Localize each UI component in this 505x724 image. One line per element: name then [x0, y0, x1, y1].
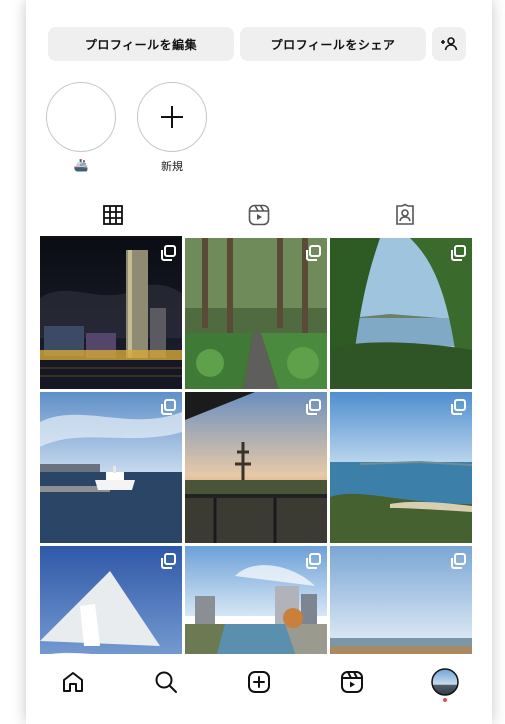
tab-reels[interactable]: [186, 198, 332, 232]
reels-icon: [248, 204, 270, 226]
edit-profile-button[interactable]: プロフィールを編集: [48, 27, 234, 61]
multiple-photos-icon: [306, 553, 321, 569]
tab-tagged[interactable]: [332, 198, 478, 232]
share-profile-button[interactable]: プロフィールをシェア: [240, 27, 426, 61]
post-thumbnail[interactable]: [330, 546, 472, 654]
create-post-icon: [248, 671, 270, 693]
highlight-cover: [46, 82, 116, 152]
post-thumbnail[interactable]: [40, 392, 182, 543]
post-thumbnail[interactable]: [185, 238, 327, 389]
new-highlight-item[interactable]: 新規: [137, 82, 207, 173]
nav-search[interactable]: [119, 656, 212, 708]
add-user-button[interactable]: [432, 27, 466, 61]
post-grid: [40, 238, 476, 654]
multiple-photos-icon: [451, 553, 466, 569]
nav-home[interactable]: [26, 656, 119, 708]
bottom-navigation: [26, 656, 492, 708]
post-thumbnail[interactable]: [40, 546, 182, 654]
post-thumbnail[interactable]: [185, 546, 327, 654]
highlight-item[interactable]: 🚢: [46, 82, 116, 172]
multiple-photos-icon: [161, 399, 176, 415]
new-highlight-label: 新規: [161, 160, 183, 173]
profile-tabs: [40, 198, 478, 236]
post-thumbnail[interactable]: [40, 238, 182, 389]
profile-avatar: [431, 668, 460, 696]
tagged-person-icon: [396, 203, 414, 225]
search-icon: [155, 671, 177, 693]
grid-icon: [103, 205, 123, 225]
multiple-photos-icon: [306, 245, 321, 261]
post-thumbnail[interactable]: [185, 392, 327, 543]
post-thumbnail[interactable]: [330, 238, 472, 389]
highlight-label: 🚢: [46, 158, 116, 172]
post-thumbnail[interactable]: [330, 392, 472, 543]
home-icon: [62, 672, 83, 692]
multiple-photos-icon: [306, 399, 321, 415]
phone-screen: プロフィールを編集 プロフィールをシェア 🚢 新規: [26, 0, 492, 724]
ship-emoji: 🚢: [73, 158, 89, 172]
nav-reels[interactable]: [306, 656, 399, 708]
reels-icon: [341, 671, 364, 693]
nav-create[interactable]: [212, 656, 305, 708]
multiple-photos-icon: [161, 245, 176, 261]
tab-posts[interactable]: [40, 198, 186, 232]
notification-dot: [443, 698, 448, 702]
multiple-photos-icon: [451, 399, 466, 415]
profile-action-row: プロフィールを編集 プロフィールをシェア: [48, 27, 470, 61]
multiple-photos-icon: [451, 245, 466, 261]
add-user-icon: [441, 37, 458, 51]
multiple-photos-icon: [161, 553, 176, 569]
nav-profile[interactable]: [399, 656, 492, 708]
new-highlight-circle: [137, 82, 207, 152]
